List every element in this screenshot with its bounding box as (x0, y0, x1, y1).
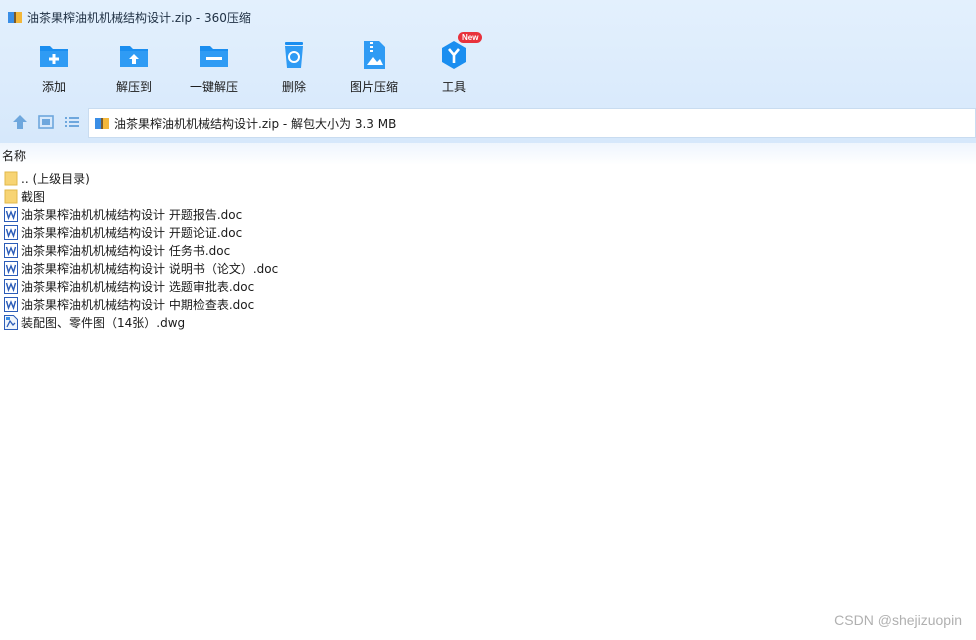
word-doc-icon (3, 242, 18, 258)
word-doc-icon (3, 260, 18, 276)
list-item[interactable]: 装配图、零件图（14张）.dwg (3, 313, 278, 331)
file-name: 油茶果榨油机机械结构设计 中期检查表.doc (21, 297, 255, 312)
dwg-file-icon (3, 314, 18, 330)
toolbar: 添加 解压到 一键解压 删除 图片压缩 New 工具 (14, 32, 494, 100)
list-item[interactable]: 油茶果榨油机机械结构设计 中期检查表.doc (3, 295, 278, 313)
file-name: 油茶果榨油机机械结构设计 开题论证.doc (21, 225, 243, 240)
one-click-extract-icon (200, 46, 228, 67)
delete-button[interactable]: 删除 (254, 36, 334, 100)
up-arrow-icon[interactable] (11, 113, 29, 131)
file-name: .. (上级目录) (21, 171, 90, 186)
list-item[interactable]: 油茶果榨油机机械结构设计 选题审批表.doc (3, 277, 278, 295)
tools-icon (442, 41, 466, 69)
zip-archive-icon (8, 12, 22, 23)
word-doc-icon (3, 296, 18, 312)
folder-icon (4, 189, 17, 203)
add-button[interactable]: 添加 (14, 36, 94, 100)
new-badge: New (458, 32, 483, 43)
list-item[interactable]: 油茶果榨油机机械结构设计 任务书.doc (3, 241, 278, 259)
tools-button[interactable]: New 工具 (414, 32, 494, 100)
delete-label: 删除 (281, 80, 306, 94)
address-bar[interactable]: 油茶果榨油机机械结构设计.zip - 解包大小为 3.3 MB (88, 108, 976, 138)
navigation-bar: 油茶果榨油机机械结构设计.zip - 解包大小为 3.3 MB (0, 106, 976, 138)
word-doc-icon (3, 278, 18, 294)
list-item[interactable]: 截图 (3, 187, 278, 205)
zip-archive-icon (95, 118, 109, 129)
tools-label: 工具 (441, 80, 466, 94)
file-name: 油茶果榨油机机械结构设计 任务书.doc (21, 243, 231, 258)
list-view-icon[interactable] (63, 113, 81, 131)
image-compress-label: 图片压缩 (349, 80, 398, 94)
list-header: 名称 (0, 143, 976, 165)
add-folder-icon (40, 46, 68, 67)
extract-to-label: 解压到 (115, 80, 152, 94)
word-doc-icon (3, 224, 18, 240)
watermark: CSDN @shejizuopin (834, 612, 962, 628)
file-name: 油茶果榨油机机械结构设计 选题审批表.doc (21, 279, 255, 294)
file-name: 油茶果榨油机机械结构设计 说明书（论文）.doc (21, 261, 279, 276)
list-item[interactable]: .. (上级目录) (3, 169, 278, 187)
window-title: 油茶果榨油机机械结构设计.zip - 360压缩 (27, 10, 251, 25)
file-name: 截图 (21, 189, 46, 204)
recycle-bin-icon (285, 42, 303, 68)
address-path: 油茶果榨油机机械结构设计.zip - 解包大小为 3.3 MB (114, 116, 397, 131)
one-click-extract-label: 一键解压 (189, 80, 238, 94)
add-label: 添加 (41, 80, 66, 94)
title-bar: 油茶果榨油机机械结构设计.zip - 360压缩 (0, 0, 976, 34)
word-doc-icon (3, 206, 18, 222)
extract-to-icon (120, 46, 148, 67)
image-compress-icon (364, 41, 385, 69)
extract-to-button[interactable]: 解压到 (94, 36, 174, 100)
file-name: 油茶果榨油机机械结构设计 开题报告.doc (21, 207, 243, 222)
thumbnail-view-icon[interactable] (37, 113, 55, 131)
one-click-extract-button[interactable]: 一键解压 (174, 36, 254, 100)
list-item[interactable]: 油茶果榨油机机械结构设计 开题论证.doc (3, 223, 278, 241)
list-item[interactable]: 油茶果榨油机机械结构设计 说明书（论文）.doc (3, 259, 278, 277)
window-header: 油茶果榨油机机械结构设计.zip - 360压缩 添加 解压到 一键解压 删除 … (0, 0, 976, 143)
file-name: 装配图、零件图（14张）.dwg (21, 315, 186, 330)
file-list: .. (上级目录) 截图 油茶果榨油机机械结构设计 开题报告.doc 油茶果榨油… (3, 169, 278, 331)
image-compress-button[interactable]: 图片压缩 (334, 36, 414, 100)
folder-icon (4, 171, 17, 185)
column-header-name[interactable]: 名称 (2, 147, 26, 164)
list-item[interactable]: 油茶果榨油机机械结构设计 开题报告.doc (3, 205, 278, 223)
